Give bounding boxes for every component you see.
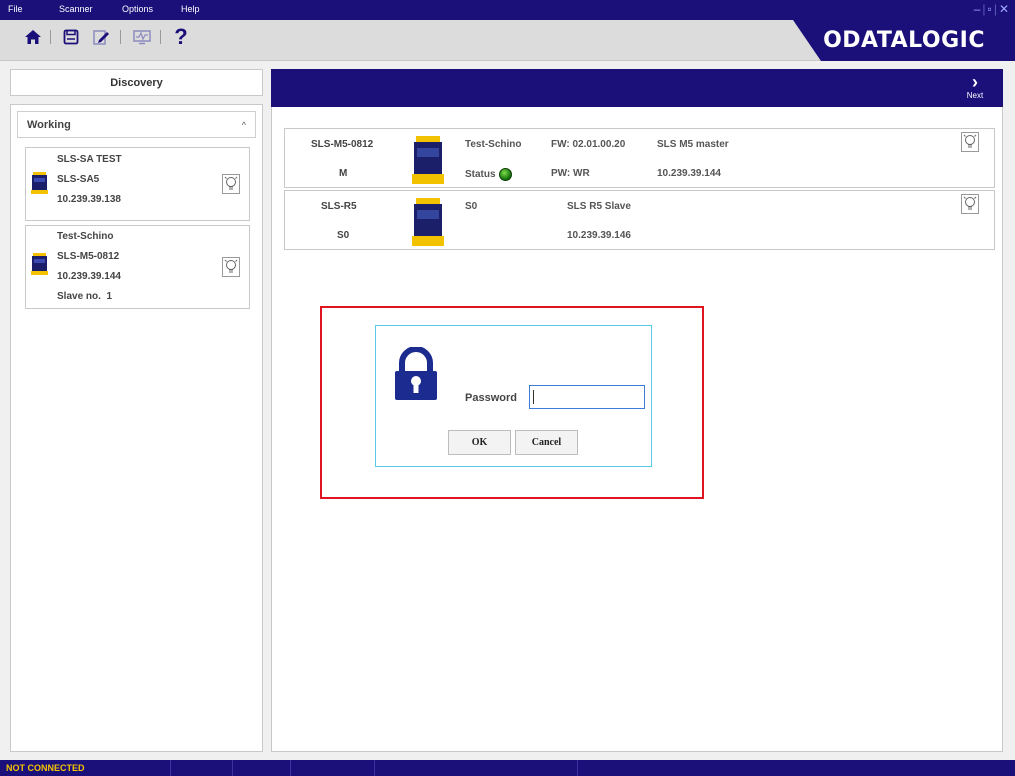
ok-button[interactable]: OK [448,430,511,455]
device-ip: 10.239.39.146 [567,230,631,241]
device-card-ip: 10.239.39.138 [57,194,121,205]
menu-scanner[interactable]: Scanner [59,4,93,14]
device-card-ip: 10.239.39.144 [57,271,121,282]
locate-bulb-icon[interactable] [961,132,979,152]
locate-bulb-icon[interactable] [222,174,240,194]
device-type: SLS R5 Slave [567,201,631,212]
device-card-sls-sa-test[interactable]: SLS-SA TEST SLS-SA5 10.239.39.138 [25,147,250,221]
locate-bulb-icon[interactable] [961,194,979,214]
device-row-master[interactable]: SLS-M5-0812 M Test-Schino Status FW: 02.… [284,128,995,188]
sensor-icon [31,172,48,194]
device-card-slave-number: Slave no. 1 [57,291,113,302]
menu-bar: File Scanner Options Help ‒|▫|✕ [0,0,1015,20]
device-password-level: PW: WR [551,168,590,179]
next-button[interactable]: › Next [963,72,987,100]
password-label: Password [465,392,517,404]
connection-status: NOT CONNECTED [6,763,85,773]
next-label: Next [966,91,984,100]
device-row-slave[interactable]: SLS-R5 S0 S0 SLS R5 Slave 10.239.39.146 [284,190,995,250]
device-role: M [339,168,348,179]
collapse-caret-icon[interactable]: ^ [242,120,246,130]
edit-document-icon[interactable] [90,26,112,48]
text-caret [533,390,534,404]
sensor-icon [412,136,444,184]
device-group: Test-Schino [465,139,522,150]
menu-options[interactable]: Options [122,4,153,14]
password-input[interactable] [529,385,645,409]
device-name: SLS-M5-0812 [311,139,374,150]
device-list-panel: Working ^ SLS-SA TEST SLS-SA5 10.239.39.… [10,104,263,752]
working-group-label: Working [27,119,71,131]
device-card-test-schino[interactable]: Test-Schino SLS-M5-0812 10.239.39.144 Sl… [25,225,250,309]
device-ip: 10.239.39.144 [657,168,721,179]
device-role: S0 [337,230,350,241]
locate-bulb-icon[interactable] [222,257,240,277]
working-group-header[interactable]: Working ^ [17,111,256,138]
menu-help[interactable]: Help [181,4,200,14]
status-led-icon [498,168,512,181]
help-icon[interactable]: ? [170,24,192,49]
window-controls: ‒|▫|✕ [973,2,1011,16]
device-card-model: SLS-SA5 [57,174,100,185]
password-dialog: Password OK Cancel [375,325,652,467]
main-header-bar: › Next [271,69,1003,107]
home-icon[interactable] [22,26,44,48]
device-card-model: SLS-M5-0812 [57,251,120,262]
save-icon[interactable] [60,26,82,48]
monitor-icon[interactable] [131,26,153,48]
device-card-title: Test-Schino [57,231,114,242]
close-icon[interactable]: ✕ [999,2,1011,16]
datalogic-logo: ODATALOGIC [823,28,985,53]
cancel-button[interactable]: Cancel [515,430,578,455]
device-card-title: SLS-SA TEST [57,154,122,165]
device-status-label: Status [465,168,512,181]
sensor-icon [31,253,48,275]
device-group: S0 [465,201,478,212]
sensor-icon [412,198,444,246]
device-type: SLS M5 master [657,139,729,150]
discovery-button[interactable]: Discovery [10,69,263,96]
status-bar: NOT CONNECTED [0,760,1015,776]
device-name: SLS-R5 [321,201,357,212]
lock-icon [395,347,437,400]
menu-file[interactable]: File [8,4,23,14]
next-arrow-icon: › [972,72,978,92]
device-firmware: FW: 02.01.00.20 [551,139,626,150]
